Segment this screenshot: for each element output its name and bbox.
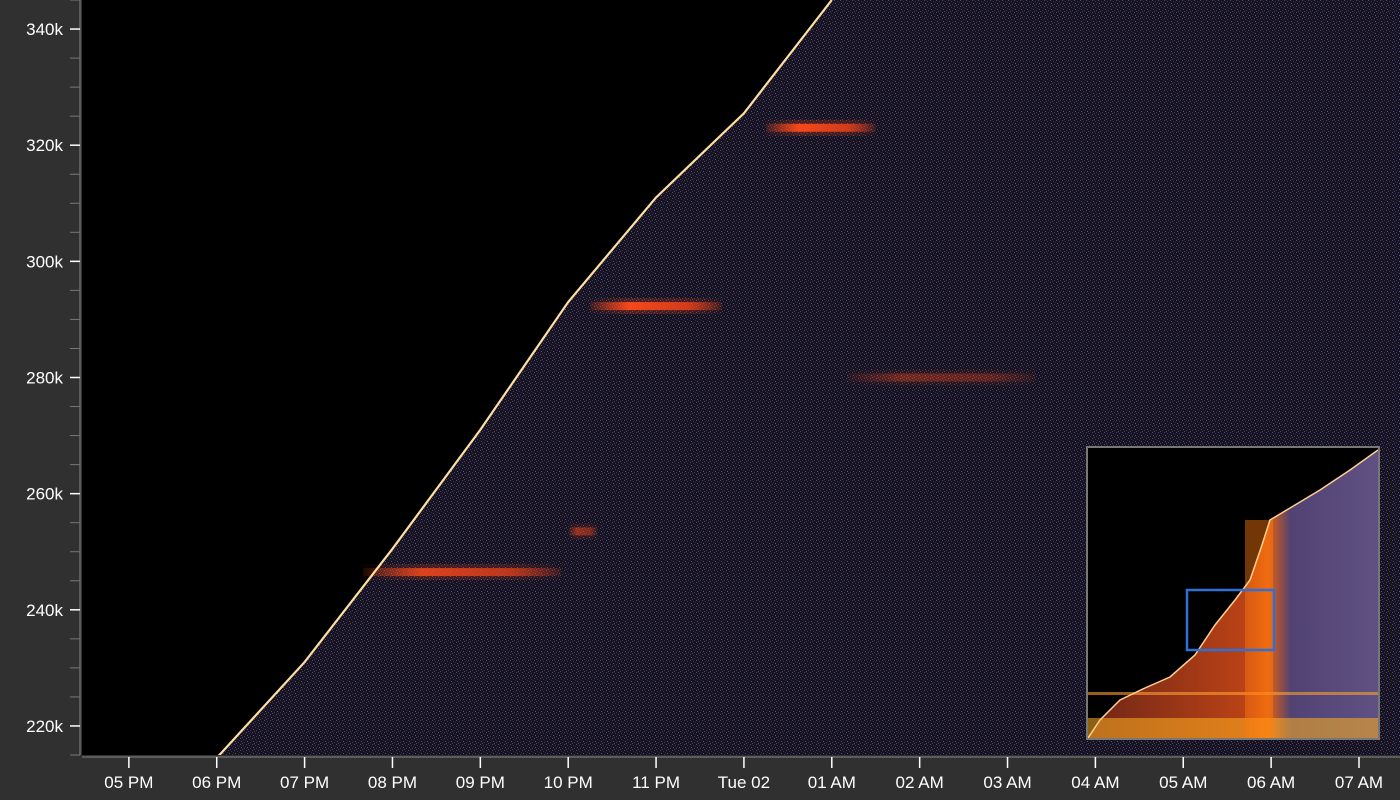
y-tick: 220k	[26, 717, 80, 736]
x-tick-label: 06 AM	[1247, 773, 1295, 792]
x-tick-label: 08 PM	[368, 773, 417, 792]
y-tick: 260k	[26, 485, 80, 504]
x-tick-label: 01 AM	[808, 773, 856, 792]
hot-band	[765, 123, 876, 132]
y-tick-label: 300k	[26, 252, 63, 271]
x-tick-label: 07 PM	[280, 773, 329, 792]
y-tick: 300k	[26, 252, 80, 271]
y-tick: 340k	[26, 20, 80, 39]
y-tick: 240k	[26, 601, 80, 620]
y-tick: 280k	[26, 369, 80, 388]
hot-band	[590, 302, 722, 311]
x-tick-label: 02 AM	[896, 773, 944, 792]
overview-minimap[interactable]	[1086, 446, 1380, 740]
hot-band	[363, 568, 561, 577]
x-tick-label: 03 AM	[983, 773, 1031, 792]
x-tick-label: 11 PM	[632, 773, 680, 792]
y-tick-label: 220k	[26, 717, 63, 736]
y-tick-label: 280k	[26, 369, 63, 388]
x-tick-label: Tue 02	[718, 773, 770, 792]
x-tick-label: 06 PM	[192, 773, 241, 792]
x-axis: 05 PM 06 PM 07 PM 08 PM 09 PM 10 PM 11 PM Tue 0…	[82, 755, 1400, 800]
x-tick-label: 09 PM	[456, 773, 505, 792]
y-tick-label: 320k	[26, 136, 63, 155]
x-tick-label: 07 AM	[1335, 773, 1383, 792]
y-axis-ticks: 220k 240k 260k 280k 300k 320k 340k	[26, 20, 80, 736]
hot-band	[568, 527, 598, 536]
y-tick-label: 260k	[26, 485, 63, 504]
y-tick-label: 340k	[26, 20, 63, 39]
minimap-hot-strip	[1088, 718, 1378, 738]
x-tick-label: 05 PM	[104, 773, 153, 792]
y-axis: 220k 240k 260k 280k 300k 320k 340k	[26, 0, 81, 756]
x-tick-label: 04 AM	[1071, 773, 1119, 792]
x-tick-label: 10 PM	[544, 773, 593, 792]
y-tick-label: 240k	[26, 601, 63, 620]
y-tick: 320k	[26, 136, 80, 155]
hot-band	[846, 373, 1037, 382]
chart-canvas[interactable]: 220k240k260k280k300k320k340k 05 PM 06 PM 0…	[0, 0, 1400, 800]
x-tick-label: 05 AM	[1159, 773, 1207, 792]
